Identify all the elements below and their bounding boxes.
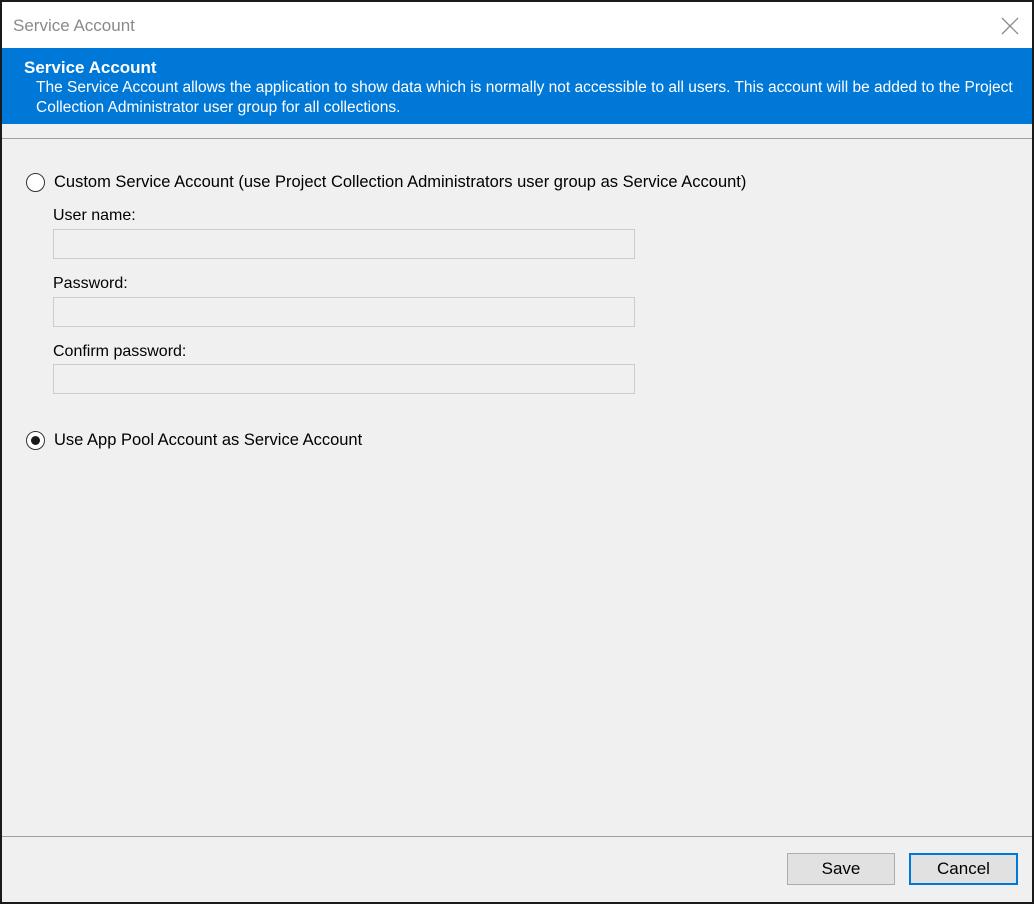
radio-button-unselected[interactable] [26, 173, 45, 192]
custom-service-account-radio[interactable]: Custom Service Account (use Project Coll… [26, 173, 746, 192]
username-input[interactable] [53, 229, 635, 259]
title-bar: Service Account [2, 2, 1032, 48]
divider-top [2, 138, 1032, 139]
confirm-password-input[interactable] [53, 364, 635, 394]
custom-service-account-label: Custom Service Account (use Project Coll… [54, 173, 747, 191]
divider-bottom [2, 836, 1032, 837]
app-pool-account-label: Use App Pool Account as Service Account [54, 431, 363, 449]
app-pool-account-radio[interactable]: Use App Pool Account as Service Account [26, 431, 362, 450]
save-button[interactable]: Save [787, 853, 895, 885]
close-icon [1001, 17, 1019, 35]
service-account-dialog: Service Account Service Account The Serv… [0, 0, 1034, 904]
banner-title: Service Account [24, 58, 157, 77]
header-banner: Service Account The Service Account allo… [2, 48, 1032, 124]
window-title: Service Account [13, 16, 135, 35]
username-label: User name: [53, 207, 136, 224]
radio-selected-dot [31, 436, 40, 445]
password-input[interactable] [53, 297, 635, 327]
cancel-button[interactable]: Cancel [909, 853, 1018, 885]
banner-description: The Service Account allows the applicati… [36, 79, 1013, 116]
password-label: Password: [53, 275, 128, 292]
radio-button-selected[interactable] [26, 431, 45, 450]
confirm-password-label: Confirm password: [53, 343, 187, 360]
close-button[interactable] [996, 12, 1024, 40]
